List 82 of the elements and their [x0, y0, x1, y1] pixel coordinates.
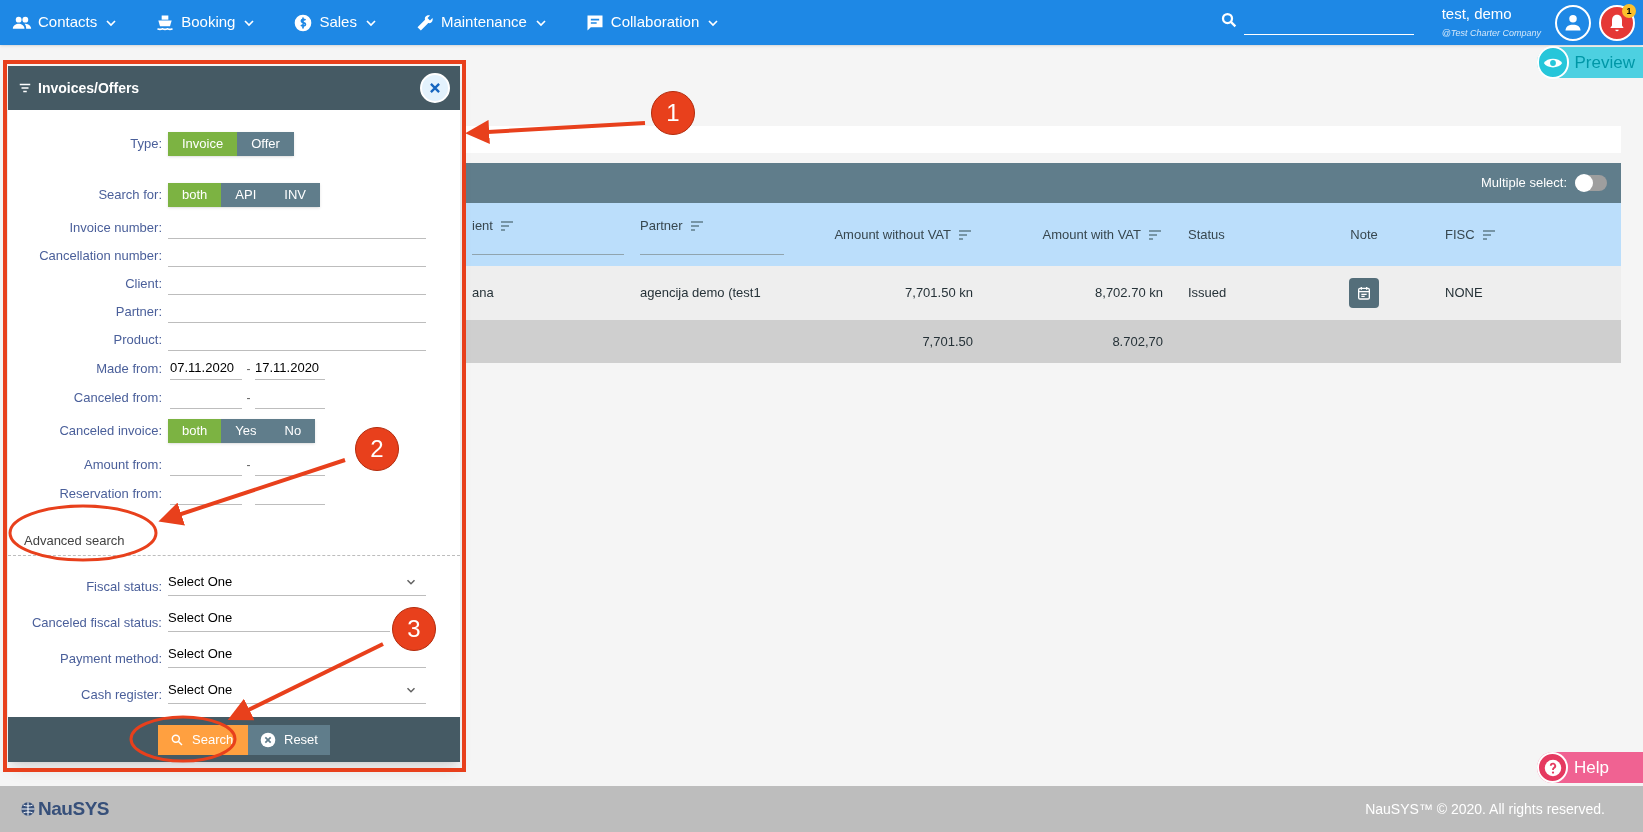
panel-title: Invoices/Offers [38, 78, 141, 98]
help-tab[interactable]: Help [1537, 752, 1643, 783]
table-cell-text: 7,701.50 kn [905, 284, 973, 303]
column-header: Status [1188, 225, 1225, 244]
field-label: Payment method: [59, 649, 163, 668]
column-header: Amount with VAT [1042, 225, 1141, 244]
range-separator: - [245, 360, 252, 378]
date-field[interactable]: 17.11.2020 [255, 357, 325, 380]
question-icon [1543, 758, 1562, 777]
date-field[interactable]: 07.11.2020 [170, 357, 242, 380]
field-label: Cash register: [80, 685, 163, 704]
toggle-option[interactable]: Offer [237, 132, 294, 156]
field-label: Type: [129, 135, 163, 154]
select-value: Select One [168, 608, 233, 627]
toggle-option[interactable]: API [221, 183, 271, 207]
company-name: @Test Charter Company [1441, 26, 1541, 40]
column-header: Note [1350, 225, 1378, 244]
select-value: Select One [168, 680, 233, 699]
column-header: Partner [640, 216, 683, 235]
field-label: Product: [112, 331, 163, 350]
filter-icon [18, 81, 32, 95]
range-separator: - [245, 389, 252, 407]
select-field[interactable]: Select One [168, 676, 426, 704]
toggle-option[interactable]: Yes [221, 419, 271, 443]
dollar-icon [293, 12, 314, 33]
field-label: Cancellation number: [38, 247, 163, 266]
globe-icon [20, 801, 36, 817]
field-label: Reservation from: [58, 484, 163, 503]
multiple-select-label: Multiple select: [1481, 174, 1567, 193]
annotation-number: 1 [651, 91, 695, 135]
notifications-button[interactable]: 1 [1599, 4, 1635, 41]
close-button[interactable] [420, 73, 450, 103]
table-cell-text: Issued [1188, 284, 1227, 303]
nav-menu[interactable]: Contacts [12, 11, 120, 34]
note-button[interactable] [1349, 278, 1379, 308]
calendar-icon [1356, 285, 1372, 301]
nav-menu[interactable]: Collaboration [584, 11, 722, 34]
toggle-option[interactable]: INV [270, 183, 320, 207]
column-header: FISC [1445, 225, 1475, 244]
copyright-text: NauSYS™ © 2020. All rights reserved. [1365, 799, 1605, 819]
logo: NauSYS [38, 796, 110, 821]
table-cell-text: NONE [1445, 284, 1483, 303]
person-icon [1563, 12, 1583, 33]
search-icon [1219, 10, 1238, 29]
field-label: Made from: [95, 359, 163, 378]
select-value: Select One [168, 644, 233, 663]
advanced-search-toggle[interactable]: Advanced search [24, 530, 125, 551]
field-label: Partner: [114, 303, 163, 322]
close-icon [428, 81, 442, 95]
table-cell-text: 8.702,70 [1112, 332, 1163, 351]
reset-button[interactable]: Reset [248, 724, 330, 755]
field-label: Client: [124, 275, 163, 294]
table-cell-text: 7,701.50 [922, 332, 973, 351]
nav-menu[interactable]: Sales [293, 11, 379, 34]
field-label: Amount from: [82, 455, 163, 474]
field-label: Search for: [97, 186, 163, 205]
field-label: Canceled invoice: [58, 422, 163, 441]
multiple-select-switch[interactable] [1575, 175, 1607, 191]
user-avatar-button[interactable] [1555, 4, 1591, 41]
toggle-option[interactable]: both [168, 419, 222, 443]
column-header: Amount without VAT [834, 225, 951, 244]
user-name: test, demo [1441, 4, 1513, 23]
field-label: Invoice number: [68, 219, 163, 238]
select-field[interactable]: Select One [168, 604, 390, 632]
search-icon [170, 732, 184, 747]
column-header: ient [472, 216, 493, 235]
field-label: Canceled fiscal status: [30, 613, 163, 632]
toggle-option[interactable]: both [168, 183, 222, 207]
clear-icon [260, 731, 276, 748]
select-field[interactable]: Select One [168, 568, 426, 596]
toggle-option[interactable]: No [270, 419, 316, 443]
nav-menu[interactable]: Booking [155, 11, 258, 34]
select-value: Select One [168, 572, 233, 591]
table-cell-text: 8,702.70 kn [1095, 284, 1163, 303]
range-separator: - [245, 456, 252, 474]
field-label: Canceled from: [72, 388, 163, 407]
nav-menu[interactable]: Maintenance [414, 11, 549, 34]
notification-badge: 1 [1622, 3, 1636, 18]
table-cell-text: ana [472, 284, 494, 303]
field-label: Fiscal status: [85, 577, 163, 596]
toggle-option[interactable]: Invoice [168, 132, 238, 156]
table-cell-text: agencija demo (test1 [640, 284, 761, 303]
